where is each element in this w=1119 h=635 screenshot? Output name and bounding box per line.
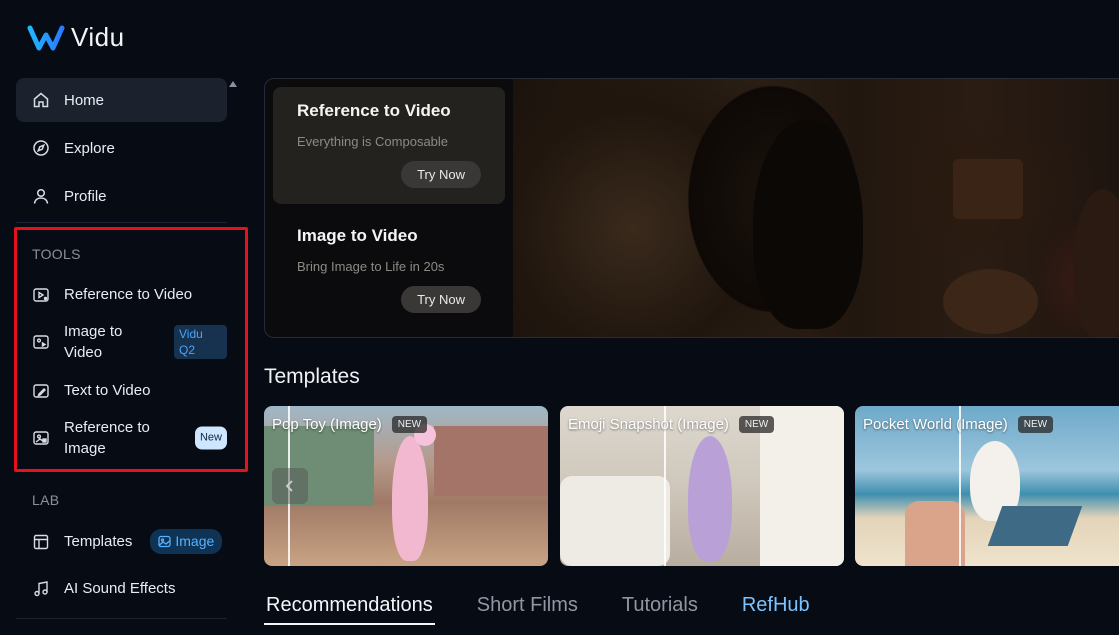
new-badge: NEW [1017, 416, 1054, 433]
template-card-title-text: Pop Toy (Image) [272, 416, 382, 433]
hero-panel-title: Reference to Video [297, 101, 451, 120]
template-card-pocket-world[interactable]: Pocket World (Image) NEW [855, 406, 1119, 566]
compass-icon [33, 140, 49, 156]
nav-profile-label: Profile [64, 187, 107, 205]
nav-home-label: Home [64, 91, 105, 109]
new-badge: NEW [738, 416, 775, 433]
tab-tutorials[interactable]: Tutorials [620, 592, 700, 625]
scroll-up-arrow[interactable] [229, 81, 237, 87]
lab-ai-sound-effects-label: AI Sound Effects [64, 580, 176, 597]
nav-home[interactable]: Home [16, 78, 227, 122]
image-icon [158, 535, 172, 548]
hero-panel-reference-to-video[interactable]: Reference to Video Everything is Composa… [273, 87, 505, 204]
vidu-logo-icon [27, 25, 65, 50]
home-icon [33, 92, 49, 108]
hero-video-preview[interactable] [513, 79, 1119, 337]
nav-profile[interactable]: Profile [16, 174, 227, 218]
figure-lavender-dress [688, 436, 732, 561]
image-badge-label: Image [175, 533, 215, 549]
template-card-title: Pop Toy (Image) NEW [272, 416, 428, 433]
figure-pink-dress [392, 436, 428, 561]
carousel-prev-button[interactable] [272, 468, 308, 504]
sidebar: Vidu Home Explore Profile TOOLS Referenc… [0, 0, 248, 635]
layout-icon [33, 534, 49, 549]
try-now-button[interactable]: Try Now [401, 286, 481, 313]
hand [905, 501, 965, 566]
vidu-logo[interactable]: Vidu [27, 22, 125, 53]
hero-panel-subtitle: Everything is Composable [297, 134, 449, 149]
user-icon [33, 188, 49, 204]
template-card-title: Emoji Snapshot (Image) NEW [568, 416, 775, 433]
storefront [434, 426, 548, 496]
horse-silhouette [753, 119, 863, 329]
tools-highlight-box [14, 227, 248, 472]
lab-templates-label: Templates [64, 533, 133, 550]
try-now-button[interactable]: Try Now [401, 161, 481, 188]
beach-chair [987, 506, 1083, 546]
hero-banner: Reference to Video Everything is Composa… [264, 78, 1119, 338]
sofa [560, 476, 670, 566]
hero-panel-title: Image to Video [297, 226, 418, 245]
image-badge: Image [150, 529, 223, 554]
lab-section-label: LAB [32, 492, 60, 508]
sign-panel [953, 159, 1023, 219]
template-card-title-text: Pocket World (Image) [863, 416, 1008, 433]
music-note-icon [34, 580, 48, 596]
template-card-emoji-snapshot[interactable]: Emoji Snapshot (Image) NEW [560, 406, 844, 566]
templates-title: Templates [264, 365, 360, 388]
chevron-left-icon [285, 480, 293, 492]
hero-panel-image-to-video[interactable]: Image to Video Bring Image to Life in 20… [273, 212, 505, 329]
content-tabs: Recommendations Short Films Tutorials Re… [264, 592, 812, 625]
lab-templates[interactable]: Templates Image [32, 529, 227, 554]
nav-explore-label: Explore [64, 139, 115, 157]
barrel [943, 269, 1038, 334]
lab-ai-sound-effects[interactable]: AI Sound Effects [32, 578, 227, 599]
template-card-title-text: Emoji Snapshot (Image) [568, 416, 729, 433]
app-name: Vidu [71, 22, 125, 52]
rider-silhouette [1073, 189, 1119, 337]
template-card-pop-toy[interactable]: Pop Toy (Image) NEW [264, 406, 548, 566]
nav-explore[interactable]: Explore [16, 126, 227, 170]
tab-refhub[interactable]: RefHub [740, 592, 812, 625]
tab-recommendations[interactable]: Recommendations [264, 592, 435, 625]
template-card-title: Pocket World (Image) NEW [863, 416, 1054, 433]
tab-short-films[interactable]: Short Films [475, 592, 580, 625]
new-badge: NEW [391, 416, 428, 433]
sidebar-divider-bottom [16, 618, 227, 619]
hero-panel-subtitle: Bring Image to Life in 20s [297, 259, 445, 274]
sidebar-divider [16, 222, 227, 223]
